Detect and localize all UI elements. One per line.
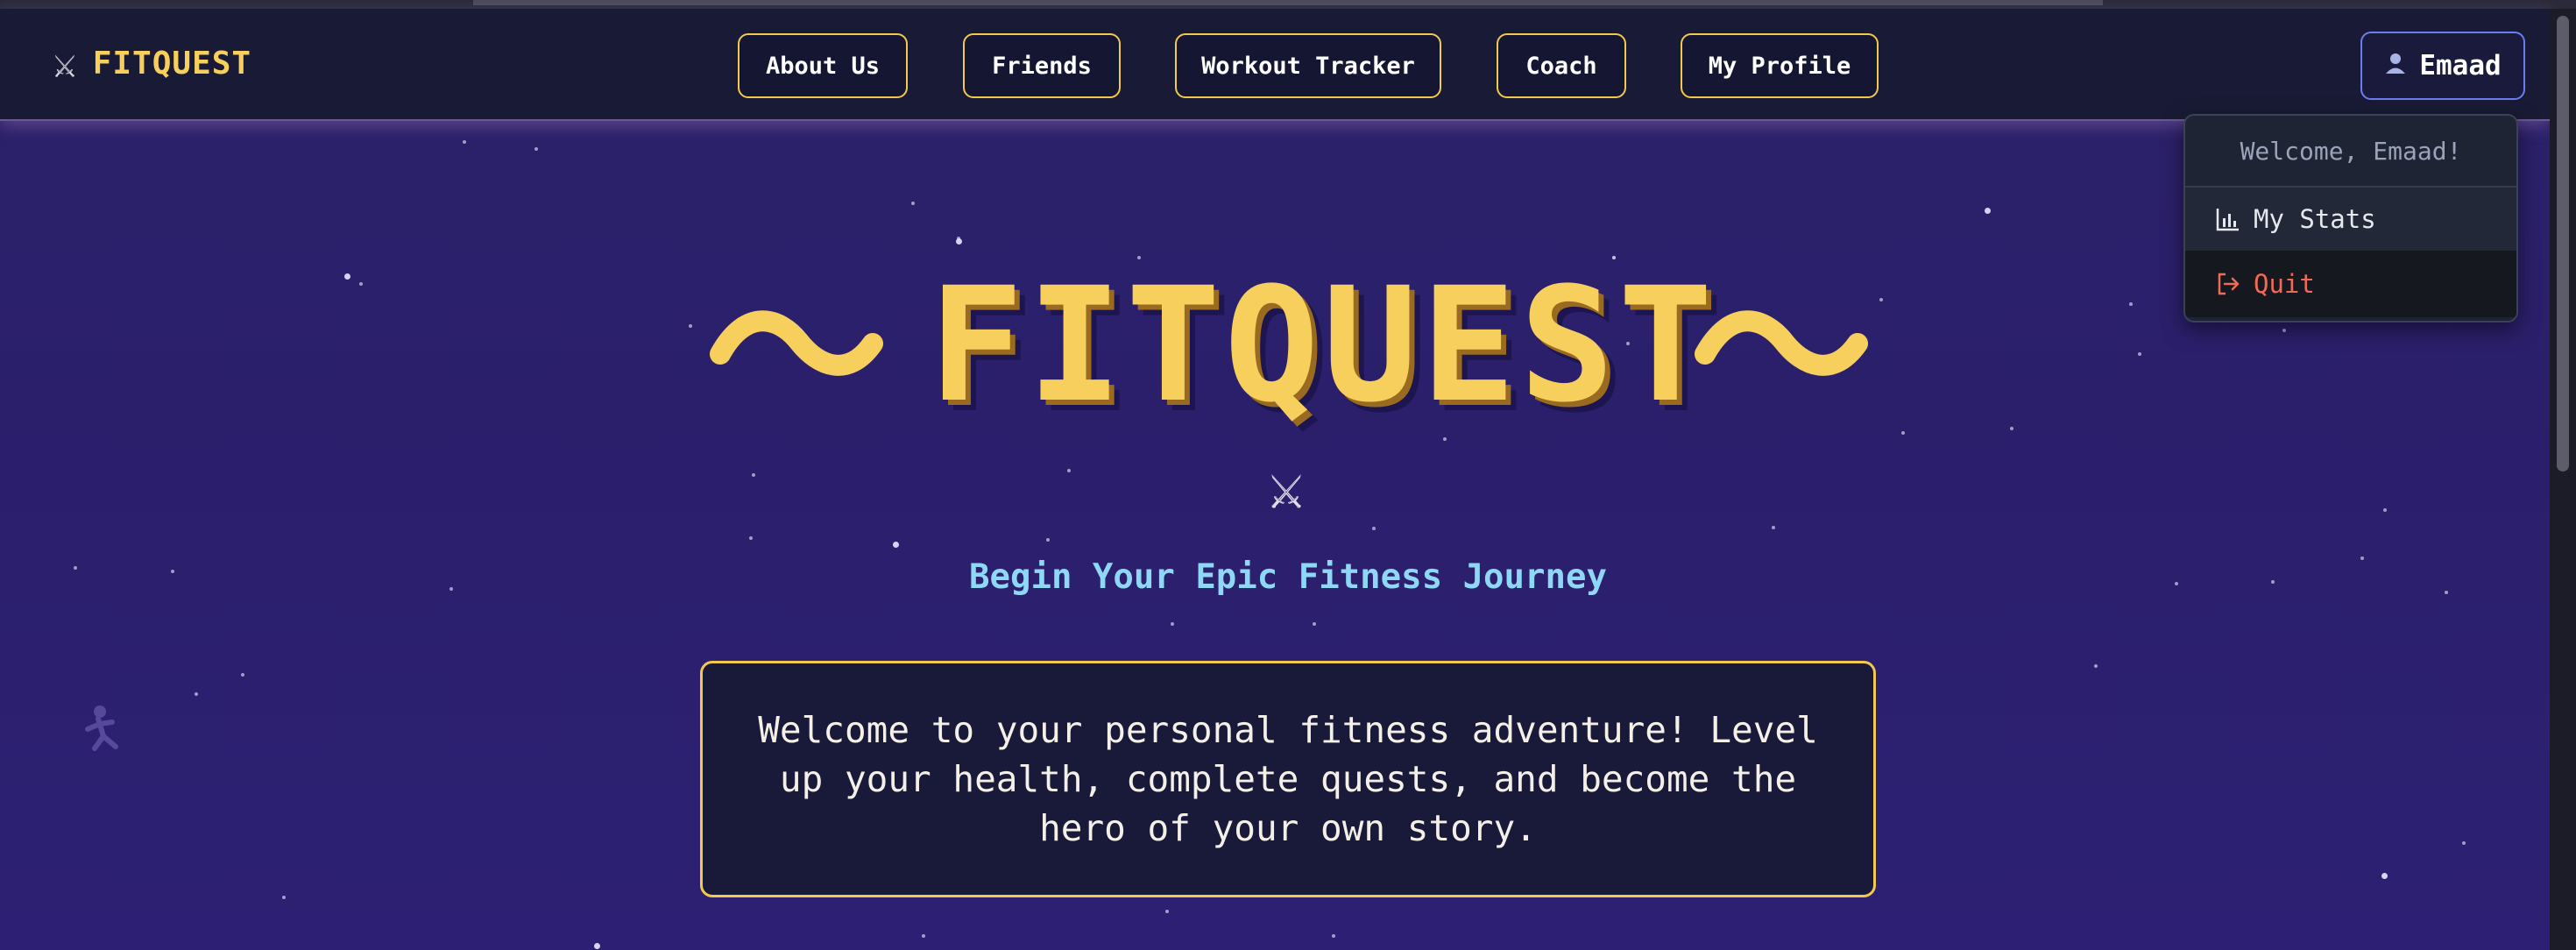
nav-my-profile-button[interactable]: My Profile — [1681, 33, 1879, 98]
hero-subtitle: Begin Your Epic Fitness Journey — [969, 557, 1607, 597]
page: ⚔ FITQUEST About Us Friends Workout Trac… — [0, 0, 2576, 950]
brand[interactable]: ⚔ FITQUEST — [53, 39, 251, 88]
scrollbar-thumb[interactable] — [2557, 16, 2569, 471]
logout-icon — [2215, 271, 2241, 297]
top-navbar: ⚔ FITQUEST About Us Friends Workout Trac… — [0, 9, 2550, 121]
nav-workout-tracker-button[interactable]: Workout Tracker — [1175, 33, 1441, 98]
menu-item-label: Quit — [2254, 269, 2315, 299]
user-menu-button[interactable]: Emaad — [2360, 32, 2525, 100]
nav-friends-button[interactable]: Friends — [963, 33, 1121, 98]
brand-name: FITQUEST — [92, 45, 252, 82]
top-scroll-thumb[interactable] — [473, 0, 2103, 5]
nav-coach-button[interactable]: Coach — [1497, 33, 1626, 98]
crossed-swords-icon: ⚔ — [1267, 451, 1306, 523]
menu-item-my-stats[interactable]: My Stats — [2185, 188, 2516, 251]
menu-item-label: My Stats — [2254, 204, 2376, 234]
person-icon — [2384, 52, 2407, 81]
runner-icon — [77, 703, 130, 764]
user-dropdown-menu: Welcome, Emaad! My Stats Quit — [2183, 114, 2518, 323]
bar-chart-icon — [2215, 206, 2241, 232]
hero-title: FITQUEST — [929, 254, 1716, 437]
top-scroll-strip — [0, 0, 2576, 9]
nav-about-us-button[interactable]: About Us — [738, 33, 908, 98]
crossed-swords-icon: ⚔ — [53, 39, 77, 87]
user-name: Emaad — [2419, 50, 2502, 82]
menu-item-quit[interactable]: Quit — [2185, 251, 2516, 317]
welcome-message: Welcome to your personal fitness adventu… — [758, 709, 1818, 849]
dropdown-welcome-text: Welcome, Emaad! — [2185, 116, 2516, 188]
tilde-decoration-left — [710, 310, 883, 376]
tilde-decoration-right — [1695, 310, 1868, 376]
page-scrollbar[interactable] — [2550, 9, 2576, 950]
welcome-card: Welcome to your personal fitness adventu… — [700, 661, 1876, 897]
